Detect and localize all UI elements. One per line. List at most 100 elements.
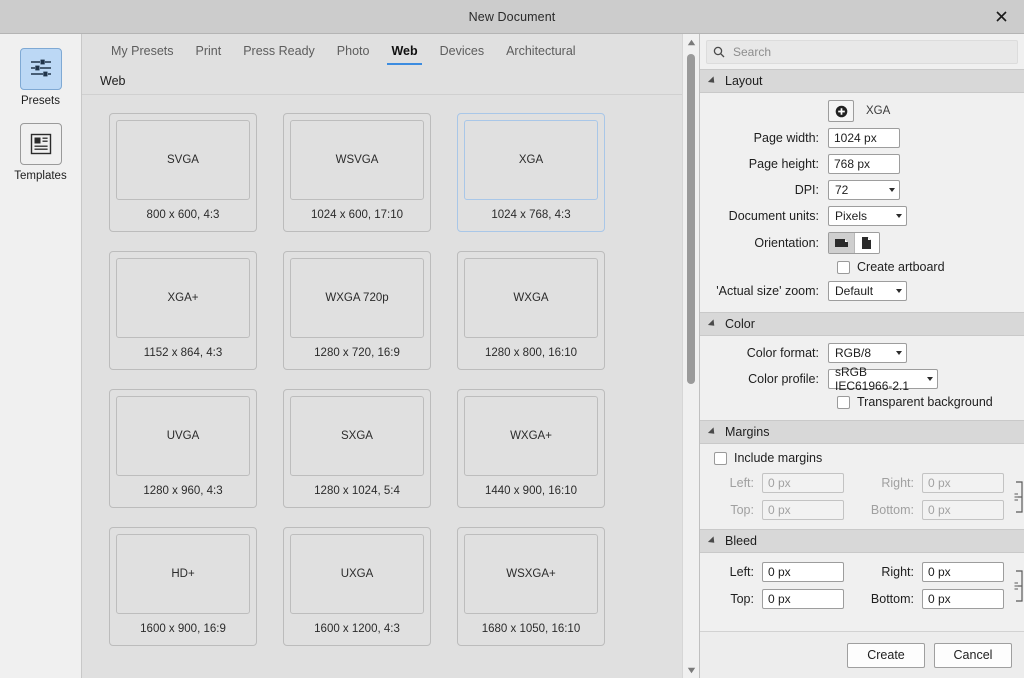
preset-thumb: WXGA bbox=[464, 258, 598, 338]
preset-card-uxga[interactable]: UXGA 1600 x 1200, 4:3 bbox=[283, 527, 431, 646]
color-format-select[interactable]: RGB/8 bbox=[828, 343, 907, 363]
preset-spec: 1024 x 600, 17:10 bbox=[310, 209, 404, 221]
sliders-icon bbox=[19, 48, 62, 90]
preset-grid: SVGA 800 x 600, 4:3 WSVGA 1024 x 600, 17… bbox=[82, 95, 682, 659]
group-body-layout: XGA Page width: Page height: DPI: 72 bbox=[700, 93, 1024, 312]
preset-card-wsxga-plus[interactable]: WSXGA+ 1680 x 1050, 16:10 bbox=[457, 527, 605, 646]
bleed-right-label: Right: bbox=[881, 565, 914, 579]
preset-card-wxga[interactable]: WXGA 1280 x 800, 16:10 bbox=[457, 251, 605, 370]
scroll-up-button[interactable] bbox=[683, 34, 699, 50]
include-margins-checkbox[interactable] bbox=[714, 451, 727, 465]
preset-card-wxga-720p[interactable]: WXGA 720p 1280 x 720, 16:9 bbox=[283, 251, 431, 370]
close-button[interactable] bbox=[978, 0, 1024, 32]
properties-scroll: Layout XGA Page width: 1024 px Page heig… bbox=[700, 69, 1024, 631]
chevron-down-icon bbox=[896, 351, 902, 355]
preset-card-wsvga[interactable]: WSVGA 1024 x 600, 17:10 bbox=[283, 113, 431, 232]
create-button[interactable]: Create bbox=[847, 642, 925, 668]
chevron-down-icon bbox=[927, 377, 933, 381]
include-margins-row: Include margins bbox=[710, 451, 1014, 465]
group-title-color: Color bbox=[725, 317, 755, 331]
dpi-label: DPI: bbox=[794, 183, 819, 197]
bleed-left-label: Left: bbox=[729, 565, 754, 579]
group-header-color[interactable]: Color bbox=[700, 312, 1024, 336]
preset-thumb: SXGA bbox=[290, 396, 424, 476]
bleed-top-input[interactable] bbox=[762, 589, 844, 609]
group-header-margins[interactable]: Margins bbox=[700, 420, 1024, 444]
preset-card-xga-plus[interactable]: XGA+ 1152 x 864, 4:3 bbox=[109, 251, 257, 370]
tab-my-presets[interactable]: My Presets bbox=[100, 44, 185, 65]
preset-spec: 1152 x 864, 4:3 bbox=[143, 347, 223, 359]
tab-print[interactable]: Print bbox=[185, 44, 233, 65]
disclosure-triangle-icon bbox=[707, 536, 718, 546]
transparent-background-checkbox[interactable] bbox=[837, 395, 850, 409]
tab-press-ready[interactable]: Press Ready bbox=[232, 44, 326, 65]
add-circle-icon bbox=[835, 105, 847, 117]
margin-top-label: Top: bbox=[730, 503, 754, 517]
link-chain-icon bbox=[1014, 569, 1023, 602]
orientation-portrait-button[interactable] bbox=[853, 233, 879, 253]
orientation-landscape-button[interactable] bbox=[829, 233, 854, 253]
margin-bottom-input[interactable] bbox=[922, 500, 1004, 520]
preset-spec: 1600 x 1200, 4:3 bbox=[314, 623, 400, 635]
color-profile-select[interactable]: sRGB IEC61966-2.1 bbox=[828, 365, 938, 393]
group-header-bleed[interactable]: Bleed bbox=[700, 529, 1024, 553]
margin-top-input[interactable] bbox=[762, 500, 844, 520]
tab-photo[interactable]: Photo bbox=[326, 44, 381, 65]
margins-link-button[interactable] bbox=[1010, 480, 1024, 514]
group-body-color: Color format: RGB/8 Color profile: sRGB … bbox=[700, 336, 1024, 420]
page-height-input[interactable] bbox=[828, 154, 900, 174]
preset-card-svga[interactable]: SVGA 800 x 600, 4:3 bbox=[109, 113, 257, 232]
preset-card-xga[interactable]: XGA 1024 x 768, 4:3 bbox=[457, 113, 605, 232]
tab-web[interactable]: Web bbox=[380, 44, 428, 65]
new-document-dialog: New Document Presets Templates My Preset… bbox=[0, 0, 1024, 678]
disclosure-triangle-icon bbox=[707, 427, 718, 437]
bleed-right-input[interactable] bbox=[922, 562, 1004, 582]
group-title-layout: Layout bbox=[725, 74, 763, 88]
preset-grid-scrollbar[interactable] bbox=[682, 34, 699, 678]
dpi-row: DPI: 72 bbox=[710, 180, 1014, 200]
bleed-bottom-input[interactable] bbox=[922, 589, 1004, 609]
orientation-label: Orientation: bbox=[754, 236, 819, 250]
preset-spec: 1680 x 1050, 16:10 bbox=[481, 623, 581, 635]
group-title-bleed: Bleed bbox=[725, 534, 757, 548]
preset-spec: 1280 x 960, 4:3 bbox=[143, 485, 223, 497]
preset-spec: 800 x 600, 4:3 bbox=[146, 209, 220, 221]
dpi-select[interactable]: 72 bbox=[828, 180, 900, 200]
preset-card-sxga[interactable]: SXGA 1280 x 1024, 5:4 bbox=[283, 389, 431, 508]
search-input[interactable] bbox=[731, 44, 1011, 60]
color-profile-value: sRGB IEC61966-2.1 bbox=[835, 365, 910, 393]
tab-devices[interactable]: Devices bbox=[429, 44, 495, 65]
margin-right-input[interactable] bbox=[922, 473, 1004, 493]
add-preset-button[interactable] bbox=[828, 100, 854, 122]
rail-item-templates[interactable]: Templates bbox=[5, 123, 77, 182]
preset-name: XGA bbox=[518, 154, 544, 166]
bleed-left-input[interactable] bbox=[762, 562, 844, 582]
scroll-down-button[interactable] bbox=[683, 662, 699, 678]
margin-left-input[interactable] bbox=[762, 473, 844, 493]
chevron-up-icon bbox=[687, 39, 695, 45]
page-width-input[interactable] bbox=[828, 128, 900, 148]
preset-spec: 1024 x 768, 4:3 bbox=[491, 209, 571, 221]
document-units-select[interactable]: Pixels bbox=[828, 206, 907, 226]
category-tabs: My Presets Print Press Ready Photo Web D… bbox=[82, 34, 682, 65]
group-body-margins: Include margins Left: Right: bbox=[700, 444, 1024, 529]
tab-architectural[interactable]: Architectural bbox=[495, 44, 586, 65]
bleed-top-label: Top: bbox=[730, 592, 754, 606]
cancel-button[interactable]: Cancel bbox=[934, 642, 1012, 668]
scrollbar-thumb[interactable] bbox=[687, 54, 695, 384]
bleed-link-button[interactable] bbox=[1010, 569, 1024, 603]
preset-card-uvga[interactable]: UVGA 1280 x 960, 4:3 bbox=[109, 389, 257, 508]
scrollbar-track[interactable] bbox=[683, 50, 699, 662]
group-header-layout[interactable]: Layout bbox=[700, 69, 1024, 93]
preset-card-wxga-plus[interactable]: WXGA+ 1440 x 900, 16:10 bbox=[457, 389, 605, 508]
document-units-row: Document units: Pixels bbox=[710, 206, 1014, 226]
preset-name: XGA+ bbox=[167, 292, 199, 304]
preset-row: XGA bbox=[710, 100, 1014, 122]
preset-card-hd-plus[interactable]: HD+ 1600 x 900, 16:9 bbox=[109, 527, 257, 646]
search-box[interactable] bbox=[706, 40, 1018, 64]
rail-item-presets[interactable]: Presets bbox=[5, 48, 77, 107]
create-artboard-checkbox[interactable] bbox=[837, 260, 850, 274]
transparent-background-row: Transparent background bbox=[710, 395, 1014, 409]
actual-size-zoom-select[interactable]: Default bbox=[828, 281, 907, 301]
chevron-down-icon bbox=[889, 188, 895, 192]
